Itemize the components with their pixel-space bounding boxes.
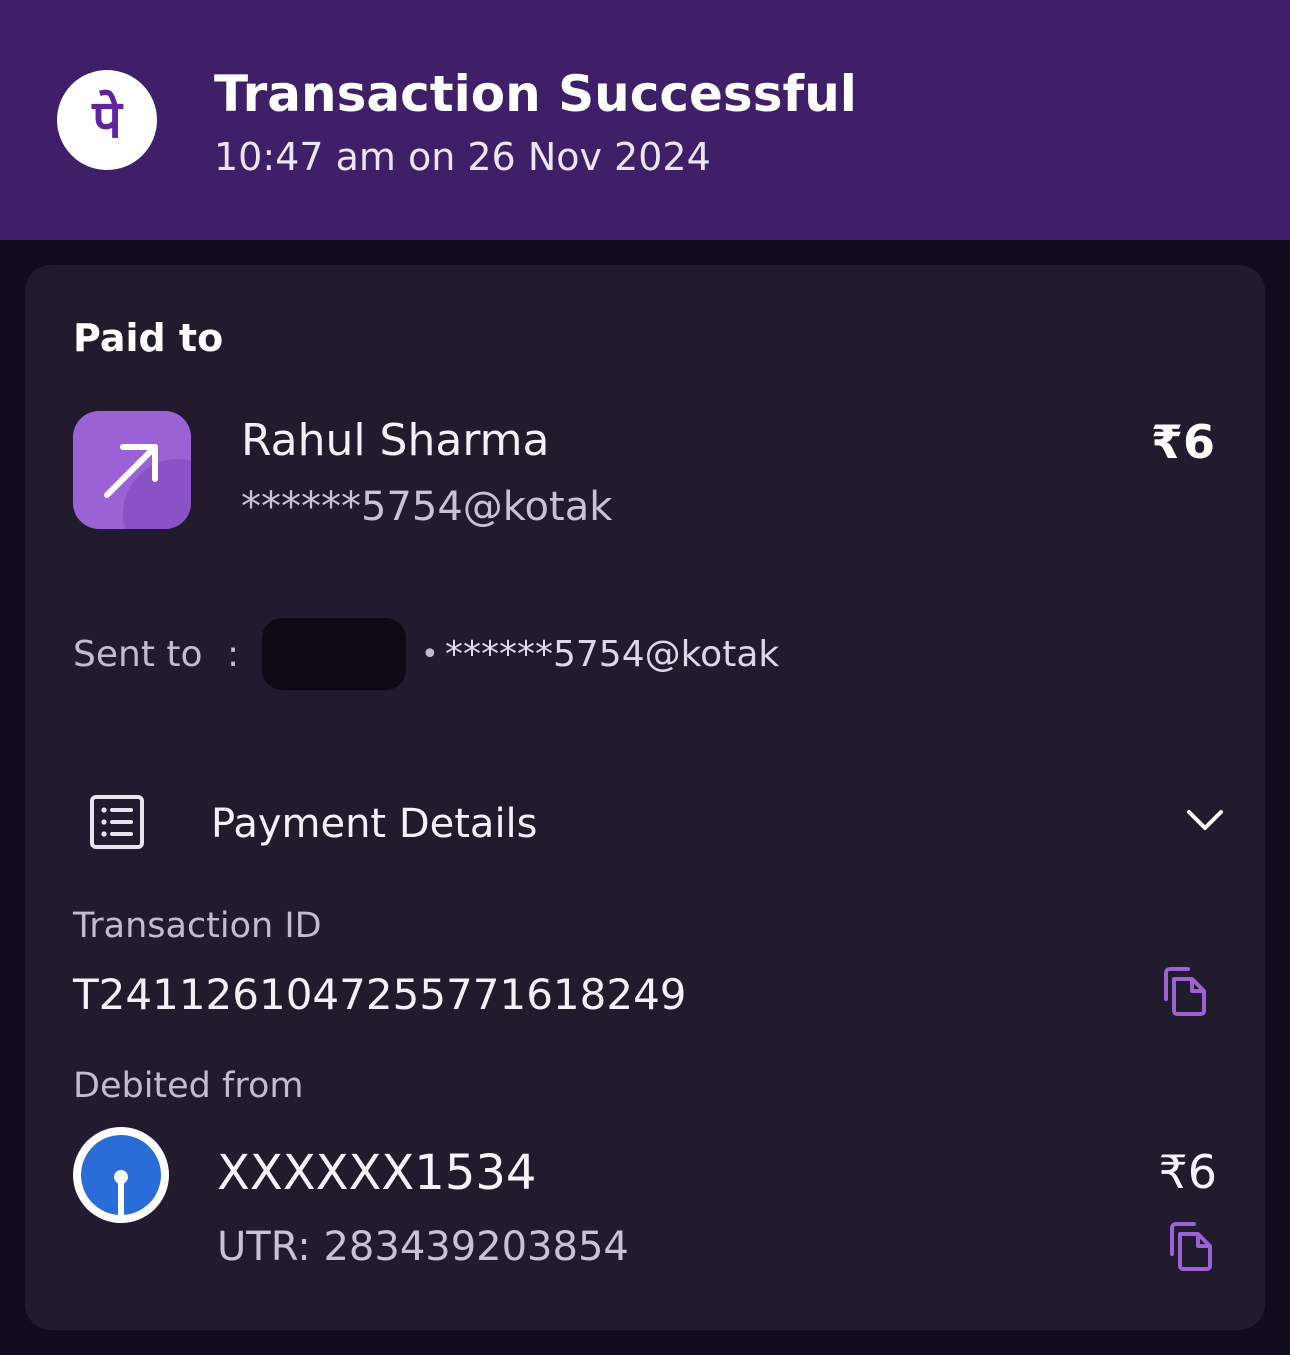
sent-to-label: Sent to (73, 634, 203, 675)
logo-glyph: पे (92, 90, 122, 150)
payee-vpa: ******5754@kotak (241, 484, 613, 530)
chevron-down-icon[interactable] (1185, 804, 1225, 834)
arrow-up-right-icon (73, 411, 191, 529)
debited-from-label: Debited from (73, 1066, 304, 1106)
paid-amount: ₹6 (1150, 415, 1215, 469)
transaction-id-value: T2411261047255771618249 (73, 970, 687, 1019)
transaction-id-label: Transaction ID (73, 906, 322, 946)
copy-icon[interactable] (1166, 1220, 1214, 1272)
payment-details-label: Payment Details (211, 801, 538, 847)
header-bar: पे Transaction Successful 10:47 am on 26… (0, 0, 1290, 240)
paid-to-label: Paid to (73, 316, 224, 360)
payee-name: Rahul Sharma (241, 415, 550, 466)
page-title: Transaction Successful (214, 65, 857, 123)
separator-dot: • (421, 637, 439, 672)
transaction-timestamp: 10:47 am on 26 Nov 2024 (214, 135, 711, 179)
receipt-icon (90, 795, 144, 849)
debited-amount: ₹6 (1158, 1145, 1217, 1199)
sent-to-vpa: ******5754@kotak (445, 634, 780, 675)
transaction-card: Paid to Rahul Sharma ******5754@kotak ₹6… (25, 265, 1265, 1330)
copy-icon[interactable] (1160, 965, 1208, 1017)
debit-account-number: XXXXXX1534 (217, 1145, 537, 1201)
utr-number: UTR: 283439203854 (217, 1224, 629, 1270)
phonepe-logo: पे (57, 70, 157, 170)
bank-logo-icon (73, 1127, 169, 1223)
payment-details-toggle[interactable]: Payment Details (65, 770, 1225, 870)
sent-to-colon: : (227, 634, 240, 675)
redacted-block (262, 618, 406, 690)
